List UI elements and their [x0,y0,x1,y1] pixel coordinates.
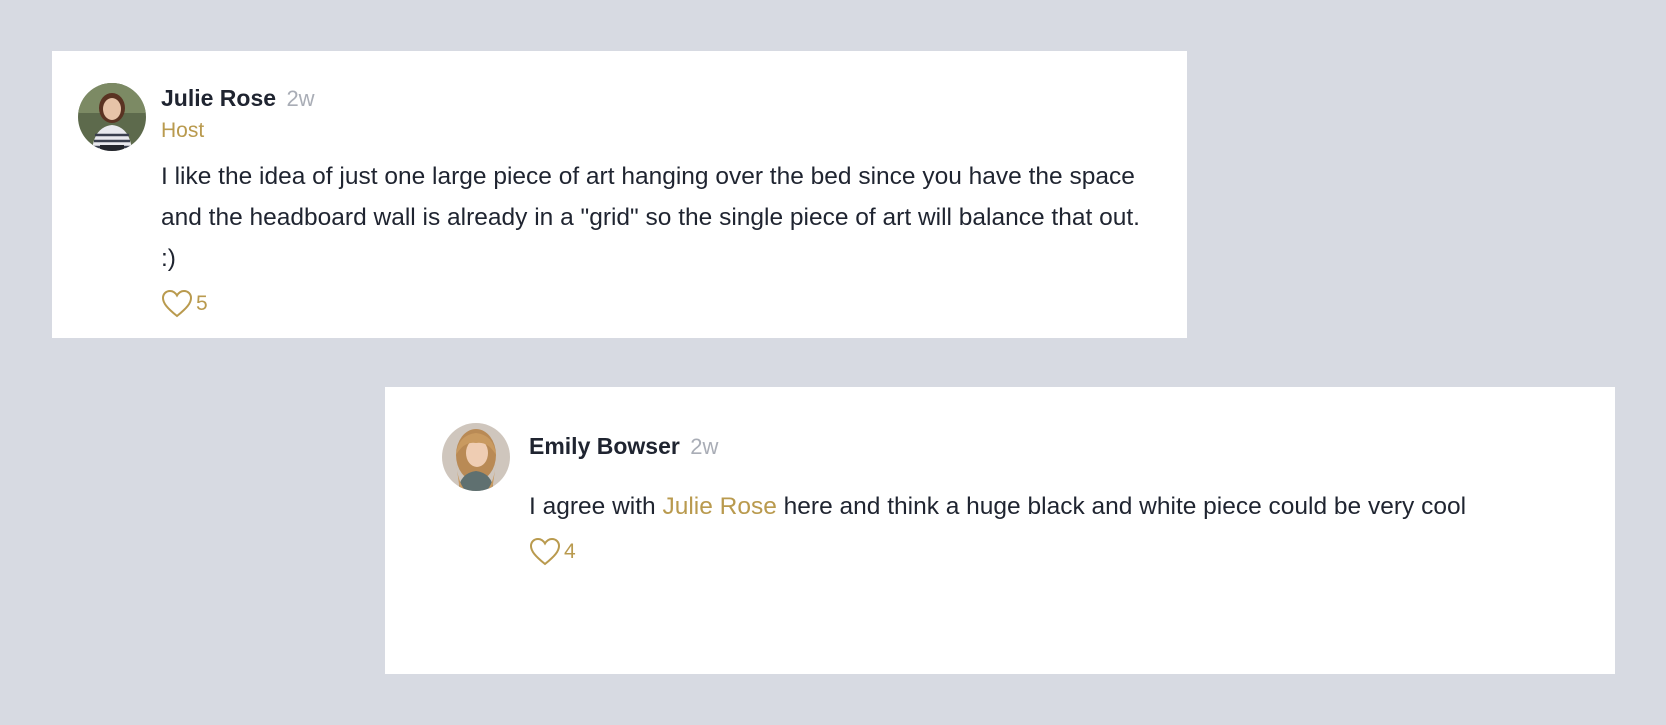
comment-header: Emily Bowser 2w [529,429,1569,464]
reply-content: Emily Bowser 2w I agree with Julie Rose … [529,429,1569,567]
avatar[interactable] [442,423,510,491]
timestamp: 2w [690,434,719,459]
person-avatar-icon [78,83,146,151]
avatar[interactable] [78,83,146,151]
like-count: 4 [564,540,576,563]
role-badge: Host [161,119,205,142]
body-suffix: here and think a huge black and white pi… [776,493,1467,520]
author-name[interactable]: Julie Rose [161,85,276,111]
reply-card: Emily Bowser 2w I agree with Julie Rose … [385,387,1615,674]
comment-body: I like the idea of just one large piece … [161,163,1140,272]
heart-outline-icon [529,537,563,567]
heart-outline-icon [161,289,195,319]
mention-link[interactable]: Julie Rose [662,493,776,520]
like-button[interactable]: 4 [529,537,1569,567]
author-name[interactable]: Emily Bowser [529,433,680,459]
comment-body: I agree with Julie Rose here and think a… [529,486,1559,527]
comment-card: Julie Rose 2w Host I like the idea of ju… [52,51,1187,338]
comment-header: Julie Rose 2w [161,81,1151,116]
body-prefix: I agree with [529,493,663,520]
comment-content: Julie Rose 2w Host I like the idea of ju… [161,81,1151,319]
timestamp: 2w [286,86,315,111]
person-avatar-icon [442,423,510,491]
like-button[interactable]: 5 [161,289,1151,319]
like-count: 5 [196,292,208,315]
